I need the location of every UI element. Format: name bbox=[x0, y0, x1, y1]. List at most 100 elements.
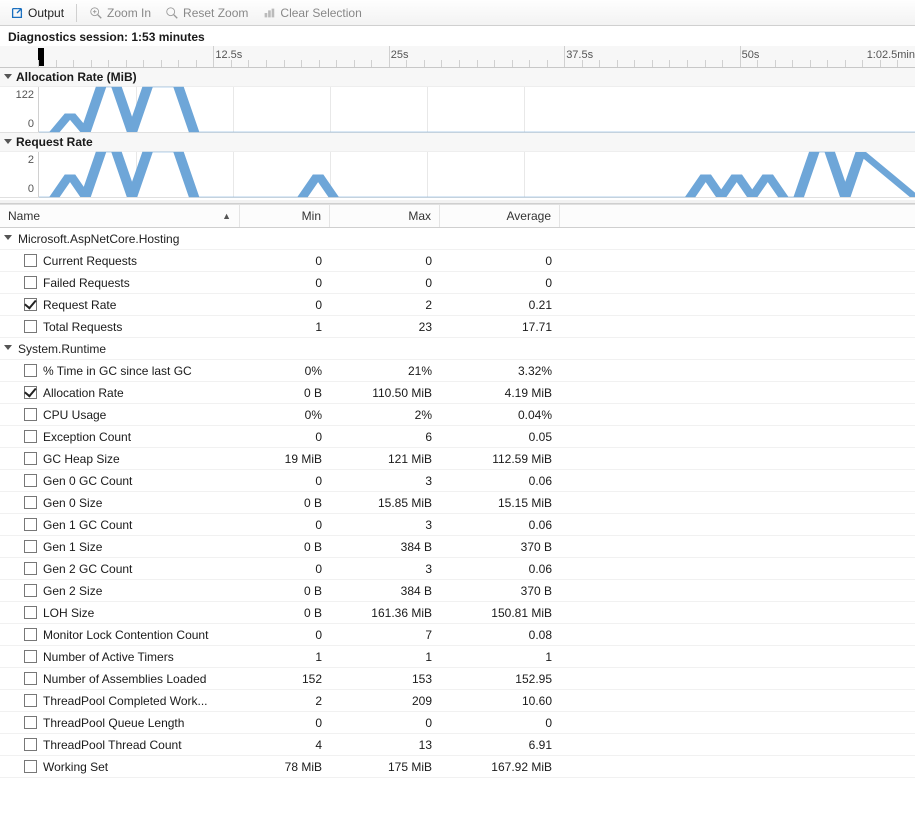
counters-table: Name ▲ Min Max Average Microsoft.AspNetC… bbox=[0, 204, 915, 778]
cell-min: 0 bbox=[240, 518, 330, 532]
row-checkbox[interactable] bbox=[24, 606, 37, 619]
col-max[interactable]: Max bbox=[330, 205, 440, 227]
reset-zoom-button[interactable]: Reset Zoom bbox=[159, 2, 254, 24]
table-row[interactable]: Working Set78 MiB175 MiB167.92 MiB bbox=[0, 756, 915, 778]
table-row[interactable]: % Time in GC since last GC0%21%3.32% bbox=[0, 360, 915, 382]
table-row[interactable]: Gen 2 Size0 B384 B370 B bbox=[0, 580, 915, 602]
table-row[interactable]: Exception Count060.05 bbox=[0, 426, 915, 448]
table-group[interactable]: System.Runtime bbox=[0, 338, 915, 360]
zoom-in-button[interactable]: Zoom In bbox=[83, 2, 157, 24]
output-label: Output bbox=[28, 6, 64, 20]
cell-max: 3 bbox=[330, 518, 440, 532]
table-row[interactable]: Gen 0 Size0 B15.85 MiB15.15 MiB bbox=[0, 492, 915, 514]
table-row[interactable]: Gen 1 GC Count030.06 bbox=[0, 514, 915, 536]
row-checkbox[interactable] bbox=[24, 672, 37, 685]
table-row[interactable]: ThreadPool Thread Count4136.91 bbox=[0, 734, 915, 756]
table-row[interactable]: Gen 2 GC Count030.06 bbox=[0, 558, 915, 580]
chevron-down-icon[interactable] bbox=[4, 139, 12, 144]
row-name: ThreadPool Completed Work... bbox=[43, 694, 208, 708]
table-row[interactable]: CPU Usage0%2%0.04% bbox=[0, 404, 915, 426]
table-row[interactable]: Total Requests12317.71 bbox=[0, 316, 915, 338]
row-checkbox[interactable] bbox=[24, 408, 37, 421]
table-row[interactable]: Monitor Lock Contention Count070.08 bbox=[0, 624, 915, 646]
row-checkbox[interactable] bbox=[24, 694, 37, 707]
row-checkbox[interactable] bbox=[24, 298, 37, 311]
table-row[interactable]: Request Rate020.21 bbox=[0, 294, 915, 316]
cell-min: 0 bbox=[240, 716, 330, 730]
chevron-down-icon[interactable] bbox=[4, 74, 12, 79]
chart-title-allocation: Allocation Rate (MiB) bbox=[0, 68, 915, 87]
table-row[interactable]: Current Requests000 bbox=[0, 250, 915, 272]
cell-avg: 150.81 MiB bbox=[440, 606, 560, 620]
cell-min: 0 B bbox=[240, 496, 330, 510]
cell-min: 0 bbox=[240, 474, 330, 488]
table-row[interactable]: ThreadPool Completed Work...220910.60 bbox=[0, 690, 915, 712]
chart-yaxis: 122 0 bbox=[0, 87, 38, 132]
chart-allocation[interactable]: 122 0 bbox=[0, 87, 915, 133]
clear-selection-icon bbox=[262, 6, 276, 20]
table-row[interactable]: Failed Requests000 bbox=[0, 272, 915, 294]
col-min[interactable]: Min bbox=[240, 205, 330, 227]
row-checkbox[interactable] bbox=[24, 738, 37, 751]
row-checkbox[interactable] bbox=[24, 386, 37, 399]
row-name: Gen 2 GC Count bbox=[43, 562, 132, 576]
row-checkbox[interactable] bbox=[24, 716, 37, 729]
table-group[interactable]: Microsoft.AspNetCore.Hosting bbox=[0, 228, 915, 250]
table-row[interactable]: Allocation Rate0 B110.50 MiB4.19 MiB bbox=[0, 382, 915, 404]
cell-avg: 0.08 bbox=[440, 628, 560, 642]
cell-max: 175 MiB bbox=[330, 760, 440, 774]
clear-selection-button[interactable]: Clear Selection bbox=[256, 2, 367, 24]
cell-min: 0 B bbox=[240, 386, 330, 400]
row-checkbox[interactable] bbox=[24, 496, 37, 509]
cell-min: 19 MiB bbox=[240, 452, 330, 466]
chevron-down-icon[interactable] bbox=[4, 345, 12, 350]
row-checkbox[interactable] bbox=[24, 430, 37, 443]
row-name: Gen 0 Size bbox=[43, 496, 102, 510]
row-checkbox[interactable] bbox=[24, 364, 37, 377]
row-checkbox[interactable] bbox=[24, 628, 37, 641]
cell-avg: 10.60 bbox=[440, 694, 560, 708]
chart-plot[interactable] bbox=[38, 87, 915, 132]
cell-avg: 0 bbox=[440, 716, 560, 730]
col-name-label: Name bbox=[8, 209, 40, 223]
table-row[interactable]: Gen 1 Size0 B384 B370 B bbox=[0, 536, 915, 558]
reset-zoom-label: Reset Zoom bbox=[183, 6, 248, 20]
table-row[interactable]: LOH Size0 B161.36 MiB150.81 MiB bbox=[0, 602, 915, 624]
table-row[interactable]: Number of Active Timers111 bbox=[0, 646, 915, 668]
zoom-in-label: Zoom In bbox=[107, 6, 151, 20]
table-row[interactable]: ThreadPool Queue Length000 bbox=[0, 712, 915, 734]
row-checkbox[interactable] bbox=[24, 518, 37, 531]
timeline-ruler[interactable]: 12.5s25s37.5s50s1:02.5min bbox=[0, 46, 915, 68]
chart-request[interactable]: 2 0 bbox=[0, 152, 915, 198]
col-name[interactable]: Name ▲ bbox=[0, 205, 240, 227]
row-checkbox[interactable] bbox=[24, 584, 37, 597]
cell-max: 23 bbox=[330, 320, 440, 334]
row-name: Exception Count bbox=[43, 430, 131, 444]
chevron-down-icon[interactable] bbox=[4, 235, 12, 240]
row-checkbox[interactable] bbox=[24, 540, 37, 553]
row-name: Gen 2 Size bbox=[43, 584, 102, 598]
table-row[interactable]: GC Heap Size19 MiB121 MiB112.59 MiB bbox=[0, 448, 915, 470]
zoom-in-icon bbox=[89, 6, 103, 20]
col-avg[interactable]: Average bbox=[440, 205, 560, 227]
row-name: ThreadPool Queue Length bbox=[43, 716, 184, 730]
col-min-label: Min bbox=[302, 209, 321, 223]
row-checkbox[interactable] bbox=[24, 254, 37, 267]
toolbar: Output Zoom In Reset Zoom Clear Selectio… bbox=[0, 0, 915, 26]
cell-avg: 112.59 MiB bbox=[440, 452, 560, 466]
row-checkbox[interactable] bbox=[24, 760, 37, 773]
row-checkbox[interactable] bbox=[24, 474, 37, 487]
row-checkbox[interactable] bbox=[24, 320, 37, 333]
chart-plot[interactable] bbox=[38, 152, 915, 197]
cell-max: 15.85 MiB bbox=[330, 496, 440, 510]
row-checkbox[interactable] bbox=[24, 452, 37, 465]
row-name: CPU Usage bbox=[43, 408, 106, 422]
table-row[interactable]: Number of Assemblies Loaded152153152.95 bbox=[0, 668, 915, 690]
cell-max: 121 MiB bbox=[330, 452, 440, 466]
row-checkbox[interactable] bbox=[24, 650, 37, 663]
row-name: Failed Requests bbox=[43, 276, 130, 290]
row-checkbox[interactable] bbox=[24, 276, 37, 289]
row-checkbox[interactable] bbox=[24, 562, 37, 575]
output-button[interactable]: Output bbox=[4, 2, 70, 24]
table-row[interactable]: Gen 0 GC Count030.06 bbox=[0, 470, 915, 492]
